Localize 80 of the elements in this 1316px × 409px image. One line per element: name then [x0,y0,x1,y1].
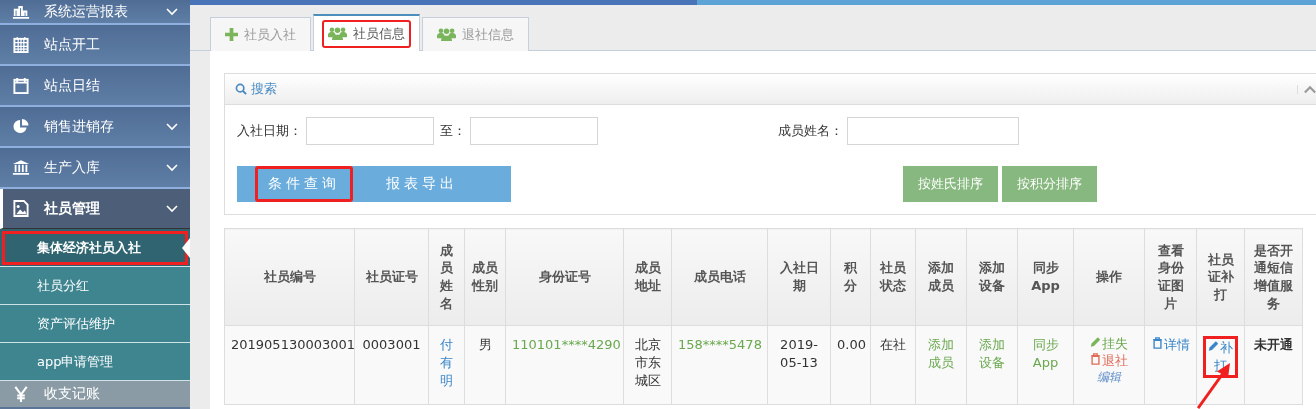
column-header: 添加成员 [915,228,967,326]
sort-button[interactable]: 按姓氏排序 [903,166,998,202]
menu-label: 站点开工 [44,35,101,54]
menu-label: 销售进销存 [44,117,115,136]
trash-icon [1090,352,1101,365]
table-cell: 男 [478,337,492,352]
submenu-item[interactable]: 社员分红 [0,267,190,305]
tab[interactable]: 社员信息 [313,14,420,51]
chevron-down-icon [166,163,178,172]
table-cell: 201905130003001 [231,337,356,352]
pie-chart-icon [12,118,30,135]
field-label: 至： [440,122,466,140]
users-icon [328,27,347,40]
sidebar-item[interactable]: 收支记账 [0,381,190,407]
edit-link[interactable]: 编辑 [1097,369,1121,386]
search-icon [235,83,247,95]
table-cell: 北京市东城区 [634,337,661,389]
chevron-down-icon [166,122,178,131]
users-icon [437,28,456,41]
image-icon [12,200,30,217]
column-header: 社员证补打 [1196,228,1245,326]
column-header: 成员姓名 [428,228,465,326]
table-cell: 在社 [880,337,906,352]
chevron-down-icon [166,204,178,213]
column-header: 成员性别 [464,228,506,326]
menu-label: 站点日结 [44,76,101,95]
menu-label: 收支记账 [44,385,101,403]
column-header: 社员证号 [354,228,429,326]
report-loss-link[interactable]: 挂失 [1090,336,1128,353]
sidebar-item[interactable]: 销售进销存 [0,107,190,148]
column-header: 操作 [1073,228,1145,326]
column-header: 入社日期 [767,228,831,326]
column-header: 是否开通短信增值服务 [1244,228,1303,326]
submenu-item[interactable]: app申请管理 [0,343,190,381]
sidebar-item[interactable]: 生产入库 [0,148,190,189]
tab[interactable]: 社员入社 [210,17,311,51]
collapse-icon[interactable] [1297,84,1316,94]
column-header: 身份证号 [505,228,624,326]
name-field[interactable] [847,117,1019,145]
column-header: 查看身份证图片 [1144,228,1197,326]
detail-link[interactable]: 详情 [1151,336,1190,355]
query-button[interactable]: 条件查询 [255,166,353,202]
sort-button[interactable]: 按积分排序 [1002,166,1097,202]
date-from-field[interactable] [306,117,434,145]
trash-icon [1151,337,1163,349]
pencil-icon [1090,336,1101,348]
sidebar-item[interactable]: 系统运营报表 [0,0,190,25]
column-header: 添加设备 [966,228,1018,326]
plus-icon [225,28,238,41]
calendar-icon [12,77,30,94]
table-cell: 0.00 [837,337,866,352]
field-label: 入社日期： [237,122,302,140]
column-header: 成员地址 [623,228,672,326]
column-header: 社员状态 [870,228,916,326]
sidebar-item[interactable]: 站点开工 [0,25,190,66]
field-label: 成员姓名： [778,122,843,140]
tab[interactable]: 退社信息 [422,17,529,51]
column-header: 社员编号 [224,228,355,326]
column-header: 成员电话 [671,228,768,326]
bar-chart-icon [12,3,30,20]
sidebar-item[interactable]: 站点日结 [0,66,190,107]
bank-icon [12,159,30,176]
table-cell: 2019-05-13 [780,337,818,371]
sidebar-item[interactable]: 社员管理 [0,189,190,229]
menu-label: 社员管理 [44,199,101,218]
panel-title: 搜索 [251,80,278,98]
yen-icon [12,385,30,403]
submenu-item[interactable]: 资产评估维护 [0,305,190,343]
table-cell: 0003001 [362,337,421,352]
column-header: 积分 [830,228,871,326]
table-cell: 未开通 [1254,337,1293,352]
menu-label: 系统运营报表 [44,2,129,21]
quit-link[interactable]: 退社 [1090,352,1128,370]
menu-label: 生产入库 [44,158,101,177]
chevron-down-icon [166,7,178,16]
date-to-field[interactable] [470,117,598,145]
submenu-item[interactable]: 集体经济社员入社 [0,229,190,267]
pencil-icon [1208,340,1219,352]
column-header: 同步App [1017,228,1074,326]
calendar-icon [12,36,30,53]
